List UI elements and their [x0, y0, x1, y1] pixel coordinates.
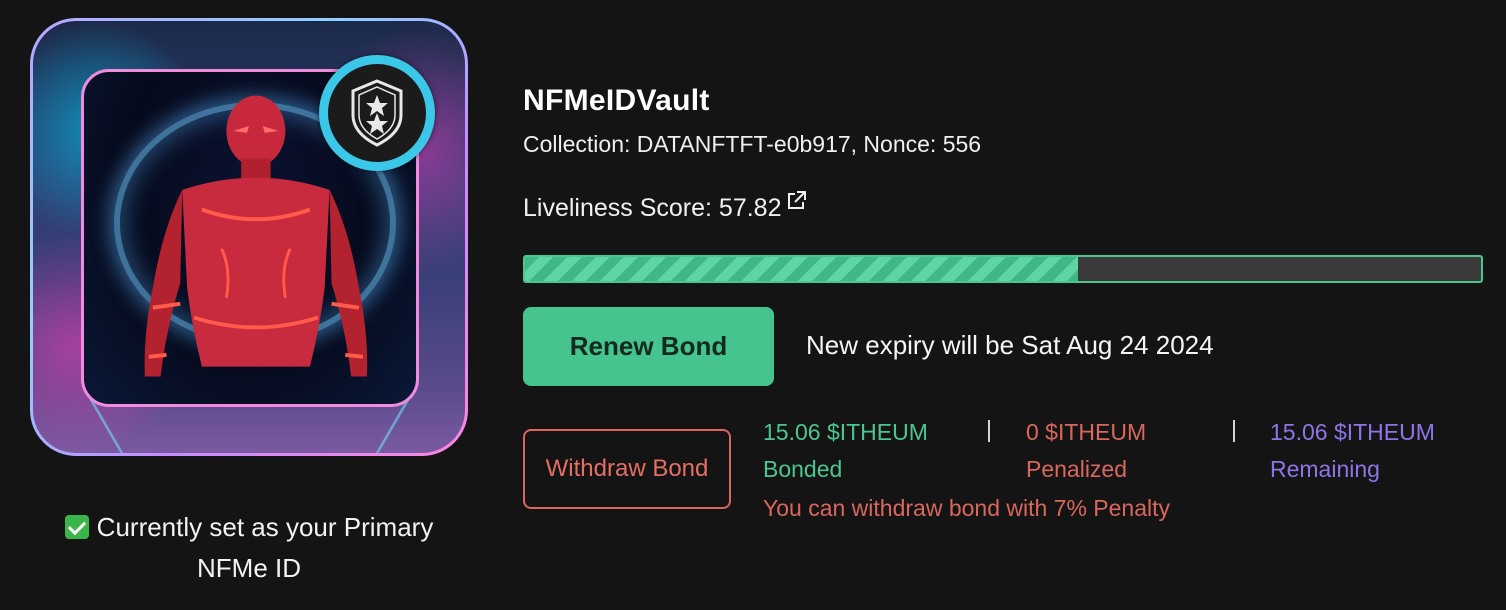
liveliness-label: Liveliness Score: 57.82: [523, 194, 782, 222]
bonded-value: 15.06 $ITHEUM: [763, 419, 928, 445]
external-link-icon[interactable]: [785, 190, 807, 212]
primary-id-text: Currently set as your Primary NFMe ID: [96, 512, 434, 583]
stars-shield-icon: [351, 79, 403, 147]
bonded-label: Bonded: [763, 456, 843, 482]
liveliness-score[interactable]: Liveliness Score: 57.82: [523, 190, 807, 223]
rank-badge: [319, 55, 435, 171]
nft-card: [30, 18, 468, 456]
remaining-label: Remaining: [1270, 456, 1380, 482]
progress-fill: [525, 257, 1078, 281]
primary-id-note: Currently set as your Primary NFMe ID: [30, 507, 468, 589]
check-icon: [64, 515, 89, 539]
collection-info: Collection: DATANFTFT-e0b917, Nonce: 556: [523, 131, 982, 157]
penalized-label: Penalized: [1026, 456, 1128, 482]
renew-bond-button[interactable]: Renew Bond: [523, 307, 774, 386]
penalized-value: 0 $ITHEUM: [1026, 419, 1147, 445]
remaining-value: 15.06 $ITHEUM: [1270, 419, 1435, 445]
nft-image: [33, 21, 465, 453]
new-expiry-text: New expiry will be Sat Aug 24 2024: [806, 330, 1214, 360]
bonded-stat: 15.06 $ITHEUM Bonded: [763, 414, 928, 488]
remaining-stat: 15.06 $ITHEUM Remaining: [1270, 414, 1435, 488]
stat-separator: |: [986, 416, 992, 442]
withdraw-bond-button[interactable]: Withdraw Bond: [523, 429, 731, 509]
penalty-note: You can withdraw bond with 7% Penalty: [763, 495, 1171, 521]
vault-title: NFMeIDVault: [523, 84, 710, 117]
liveliness-progress-bar: [523, 255, 1483, 283]
stat-separator: |: [1231, 416, 1237, 442]
penalized-stat: 0 $ITHEUM Penalized: [1026, 414, 1146, 488]
